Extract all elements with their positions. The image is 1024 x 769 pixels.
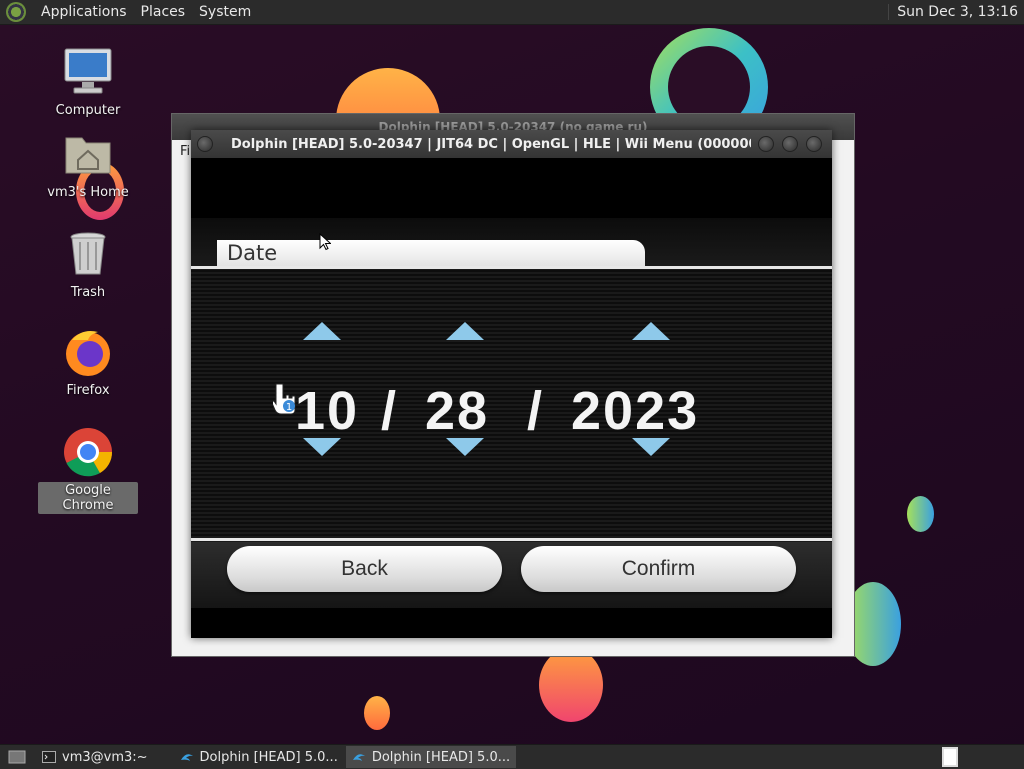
desktop-icon-label: Firefox — [66, 383, 110, 398]
wii-pointer-hand-icon: 1 — [271, 382, 299, 416]
year-up-arrow[interactable] — [632, 322, 670, 340]
date-separator: / — [527, 381, 545, 441]
date-header: Date — [217, 240, 645, 266]
back-button[interactable]: Back — [227, 546, 502, 592]
wallpaper-blob — [907, 496, 934, 532]
desktop-icon-trash[interactable]: Trash — [38, 228, 138, 301]
dolphin-render-window[interactable]: Dolphin [HEAD] 5.0-20347 | JIT64 DC | Op… — [191, 130, 832, 638]
taskbar: vm3@vm3:~ Dolphin [HEAD] 5.0... Dolphin … — [0, 744, 1024, 769]
desktop-icon-label: vm3's Home — [47, 185, 129, 200]
taskbar-item-label: vm3@vm3:~ — [62, 749, 148, 765]
desktop-icon-computer[interactable]: Computer — [38, 46, 138, 119]
top-panel: Applications Places System Sun Dec 3, 13… — [0, 0, 1024, 25]
confirm-button[interactable]: Confirm — [521, 546, 796, 592]
date-separator: / — [381, 381, 399, 441]
desktop-icon-label: Trash — [70, 285, 106, 300]
terminal-icon — [42, 751, 56, 763]
window-title: Dolphin [HEAD] 5.0-20347 | JIT64 DC | Op… — [231, 136, 751, 152]
taskbar-item-label: Dolphin [HEAD] 5.0... — [371, 749, 511, 765]
dolphin-icon — [180, 754, 193, 761]
year-value[interactable]: 2023 — [571, 380, 699, 442]
wallpaper-blob — [364, 696, 390, 730]
distro-logo-icon[interactable] — [6, 2, 26, 22]
taskbar-item-dolphin-active[interactable]: Dolphin [HEAD] 5.0... — [345, 746, 517, 768]
minimize-button[interactable] — [758, 136, 774, 152]
day-down-arrow[interactable] — [446, 438, 484, 456]
maximize-button[interactable] — [782, 136, 798, 152]
mouse-cursor-icon — [319, 233, 331, 251]
show-desktop-button[interactable] — [0, 746, 34, 768]
year-down-arrow[interactable] — [632, 438, 670, 456]
desktop-icon-firefox[interactable]: Firefox — [38, 326, 138, 399]
workspace-switcher[interactable] — [942, 747, 958, 767]
month-value[interactable]: 10 — [295, 380, 359, 442]
divider — [191, 266, 832, 269]
firefox-icon — [62, 326, 114, 378]
taskbar-item-label: Dolphin [HEAD] 5.0... — [199, 749, 338, 765]
taskbar-item-dolphin[interactable]: Dolphin [HEAD] 5.0... — [174, 746, 344, 768]
home-folder-icon — [62, 128, 114, 180]
trash-icon — [62, 228, 114, 280]
window-menu-button[interactable] — [197, 136, 213, 152]
show-desktop-icon — [8, 750, 26, 764]
day-up-arrow[interactable] — [446, 322, 484, 340]
day-value[interactable]: 28 — [425, 380, 489, 442]
pointer-badge: 1 — [286, 402, 292, 413]
taskbar-item-terminal[interactable]: vm3@vm3:~ — [36, 746, 154, 768]
desktop-icon-label: Google Chrome — [38, 482, 138, 514]
month-up-arrow[interactable] — [303, 322, 341, 340]
wii-date-screen: Date 10 / 28 / 2023 1 Back Confirm — [191, 158, 832, 638]
computer-icon — [62, 46, 114, 98]
desktop-icon-label: Computer — [55, 103, 121, 118]
system-menu[interactable]: System — [192, 4, 258, 20]
dolphin-icon — [352, 754, 365, 761]
file-menu[interactable]: Fi — [180, 144, 190, 159]
close-button[interactable] — [806, 136, 822, 152]
places-menu[interactable]: Places — [134, 4, 193, 20]
desktop-icon-home[interactable]: vm3's Home — [38, 128, 138, 201]
window-titlebar[interactable]: Dolphin [HEAD] 5.0-20347 | JIT64 DC | Op… — [191, 130, 832, 158]
month-down-arrow[interactable] — [303, 438, 341, 456]
wallpaper-blob — [539, 648, 603, 722]
clock[interactable]: Sun Dec 3, 13:16 — [888, 4, 1024, 20]
desktop-icon-chrome[interactable]: Google Chrome — [38, 426, 138, 514]
divider — [191, 538, 832, 541]
applications-menu[interactable]: Applications — [34, 4, 134, 20]
chrome-icon — [62, 426, 114, 478]
